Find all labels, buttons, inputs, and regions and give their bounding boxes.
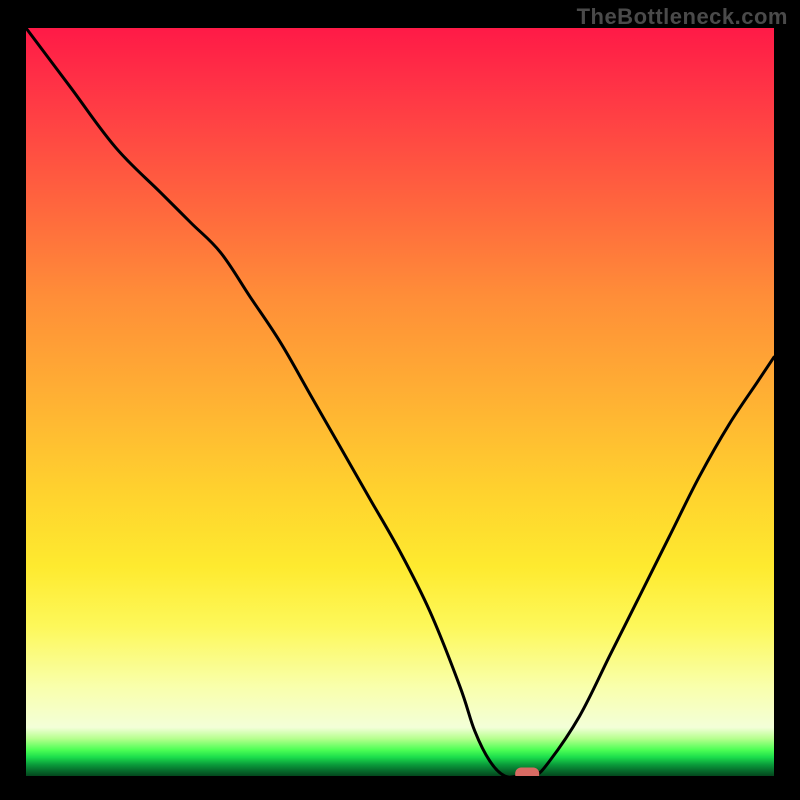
bottleneck-curve xyxy=(26,28,774,776)
watermark-text: TheBottleneck.com xyxy=(577,4,788,30)
chart-frame: TheBottleneck.com xyxy=(0,0,800,800)
curve-layer xyxy=(26,28,774,776)
optimal-marker xyxy=(515,768,539,777)
plot-area xyxy=(26,28,774,776)
